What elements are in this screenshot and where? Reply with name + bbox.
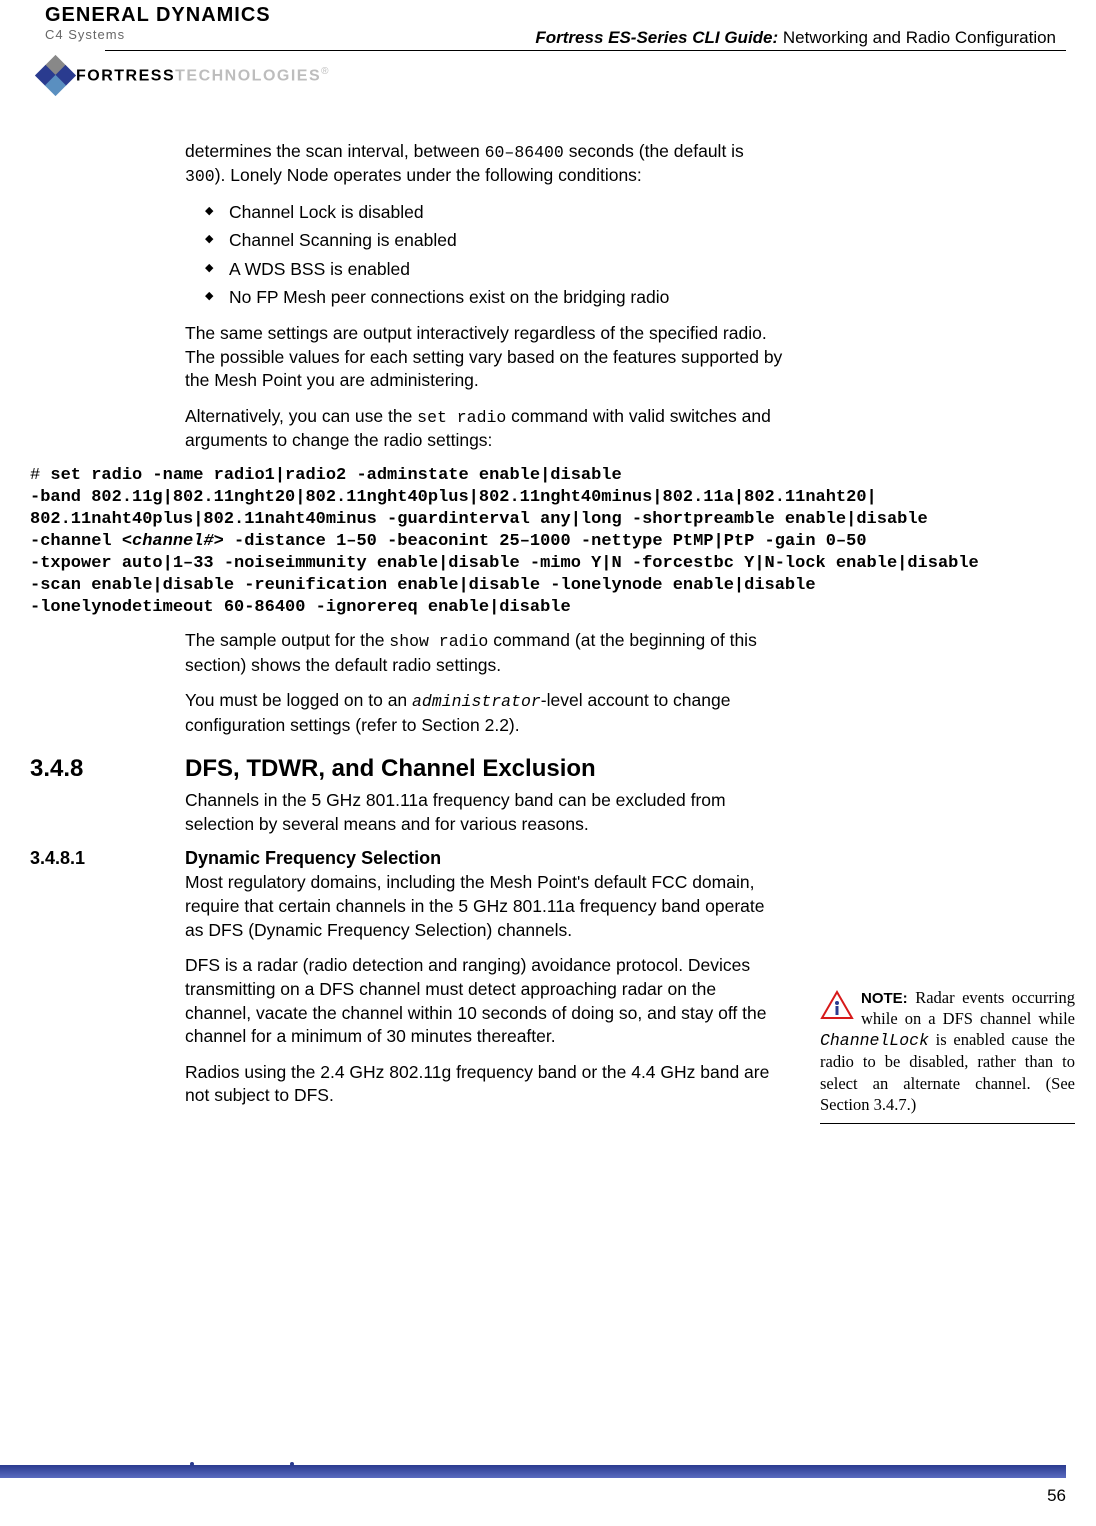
code-set-radio: set radio bbox=[417, 408, 506, 427]
fortress-logo-text: FORTRESSTECHNOLOGIES® bbox=[76, 66, 330, 85]
section-3-4-8-1: 3.4.8.1 Dynamic Frequency Selection bbox=[30, 848, 1066, 869]
sec348-p1: Channels in the 5 GHz 801.11a frequency … bbox=[185, 789, 785, 836]
subsection-number: 3.4.8.1 bbox=[30, 848, 185, 869]
page-header: GENERAL DYNAMICS C4 Systems Fortress ES-… bbox=[30, 0, 1066, 110]
body-text: determines the scan interval, between 60… bbox=[185, 140, 785, 453]
section-3-4-8: 3.4.8 DFS, TDWR, and Channel Exclusion bbox=[30, 755, 1066, 783]
section-3-4-8-body: Channels in the 5 GHz 801.11a frequency … bbox=[185, 789, 785, 836]
note-divider bbox=[820, 1123, 1075, 1124]
fortress-registered-icon: ® bbox=[321, 66, 330, 77]
section-title: DFS, TDWR, and Channel Exclusion bbox=[185, 755, 596, 783]
gd-logo-sub: C4 Systems bbox=[45, 27, 271, 42]
side-note: NOTE: Radar events occurring while on a … bbox=[820, 987, 1075, 1132]
fortress-text-bold: FORTRESS bbox=[76, 68, 175, 85]
gd-logo-main: GENERAL DYNAMICS bbox=[45, 4, 271, 27]
doc-title: Fortress ES-Series CLI Guide: Networking… bbox=[535, 28, 1056, 48]
section-3-4-8-1-body: Most regulatory domains, including the M… bbox=[185, 871, 785, 1108]
sec3481-p1: Most regulatory domains, including the M… bbox=[185, 871, 785, 942]
code-administrator: administrator bbox=[412, 692, 541, 711]
note-code: ChannelLock bbox=[820, 1031, 929, 1050]
section-number: 3.4.8 bbox=[30, 755, 185, 783]
page: GENERAL DYNAMICS C4 Systems Fortress ES-… bbox=[0, 0, 1096, 1526]
footer-dot-icon bbox=[290, 1462, 294, 1466]
note-label: NOTE: bbox=[861, 990, 908, 1007]
sec3481-p2: DFS is a radar (radio detection and rang… bbox=[185, 954, 785, 1049]
cli-prompt: # bbox=[30, 466, 50, 485]
intro-p3: Alternatively, you can use the set radio… bbox=[185, 405, 785, 453]
list-item: Channel Lock is disabled bbox=[211, 201, 785, 225]
cli-arg-channel: channel# bbox=[132, 532, 214, 551]
code-default: 300 bbox=[185, 167, 215, 186]
intro-p2: The same settings are output interactive… bbox=[185, 322, 785, 393]
page-content: determines the scan interval, between 60… bbox=[30, 110, 1066, 1108]
body-text-continued: The sample output for the show radio com… bbox=[185, 629, 785, 737]
intro-p1: determines the scan interval, between 60… bbox=[185, 140, 785, 189]
after-code-p2: You must be logged on to an administrato… bbox=[185, 689, 785, 737]
conditions-list: Channel Lock is disabled Channel Scannin… bbox=[185, 201, 785, 311]
code-show-radio: show radio bbox=[389, 632, 488, 651]
fortress-text-grey: TECHNOLOGIES bbox=[175, 68, 321, 85]
list-item: A WDS BSS is enabled bbox=[211, 258, 785, 282]
doc-title-rest: Networking and Radio Configuration bbox=[778, 28, 1056, 47]
fortress-diamond-icon bbox=[38, 58, 74, 94]
fortress-logo: FORTRESSTECHNOLOGIES® bbox=[38, 58, 330, 94]
general-dynamics-logo: GENERAL DYNAMICS C4 Systems bbox=[45, 4, 271, 42]
info-triangle-icon bbox=[820, 990, 854, 1020]
code-range: 60–86400 bbox=[485, 143, 564, 162]
page-number: 56 bbox=[1047, 1486, 1066, 1506]
list-item: Channel Scanning is enabled bbox=[211, 229, 785, 253]
doc-title-bold: Fortress ES-Series CLI Guide: bbox=[535, 28, 778, 47]
after-code-p1: The sample output for the show radio com… bbox=[185, 629, 785, 677]
cli-code-block: # set radio -name radio1|radio2 -adminst… bbox=[30, 465, 1060, 620]
sec3481-p3: Radios using the 2.4 GHz 802.11g frequen… bbox=[185, 1061, 785, 1108]
footer-bar bbox=[0, 1465, 1066, 1478]
footer-dot-icon bbox=[190, 1462, 194, 1466]
header-divider bbox=[105, 50, 1066, 51]
subsection-title: Dynamic Frequency Selection bbox=[185, 848, 441, 869]
list-item: No FP Mesh peer connections exist on the… bbox=[211, 286, 785, 310]
